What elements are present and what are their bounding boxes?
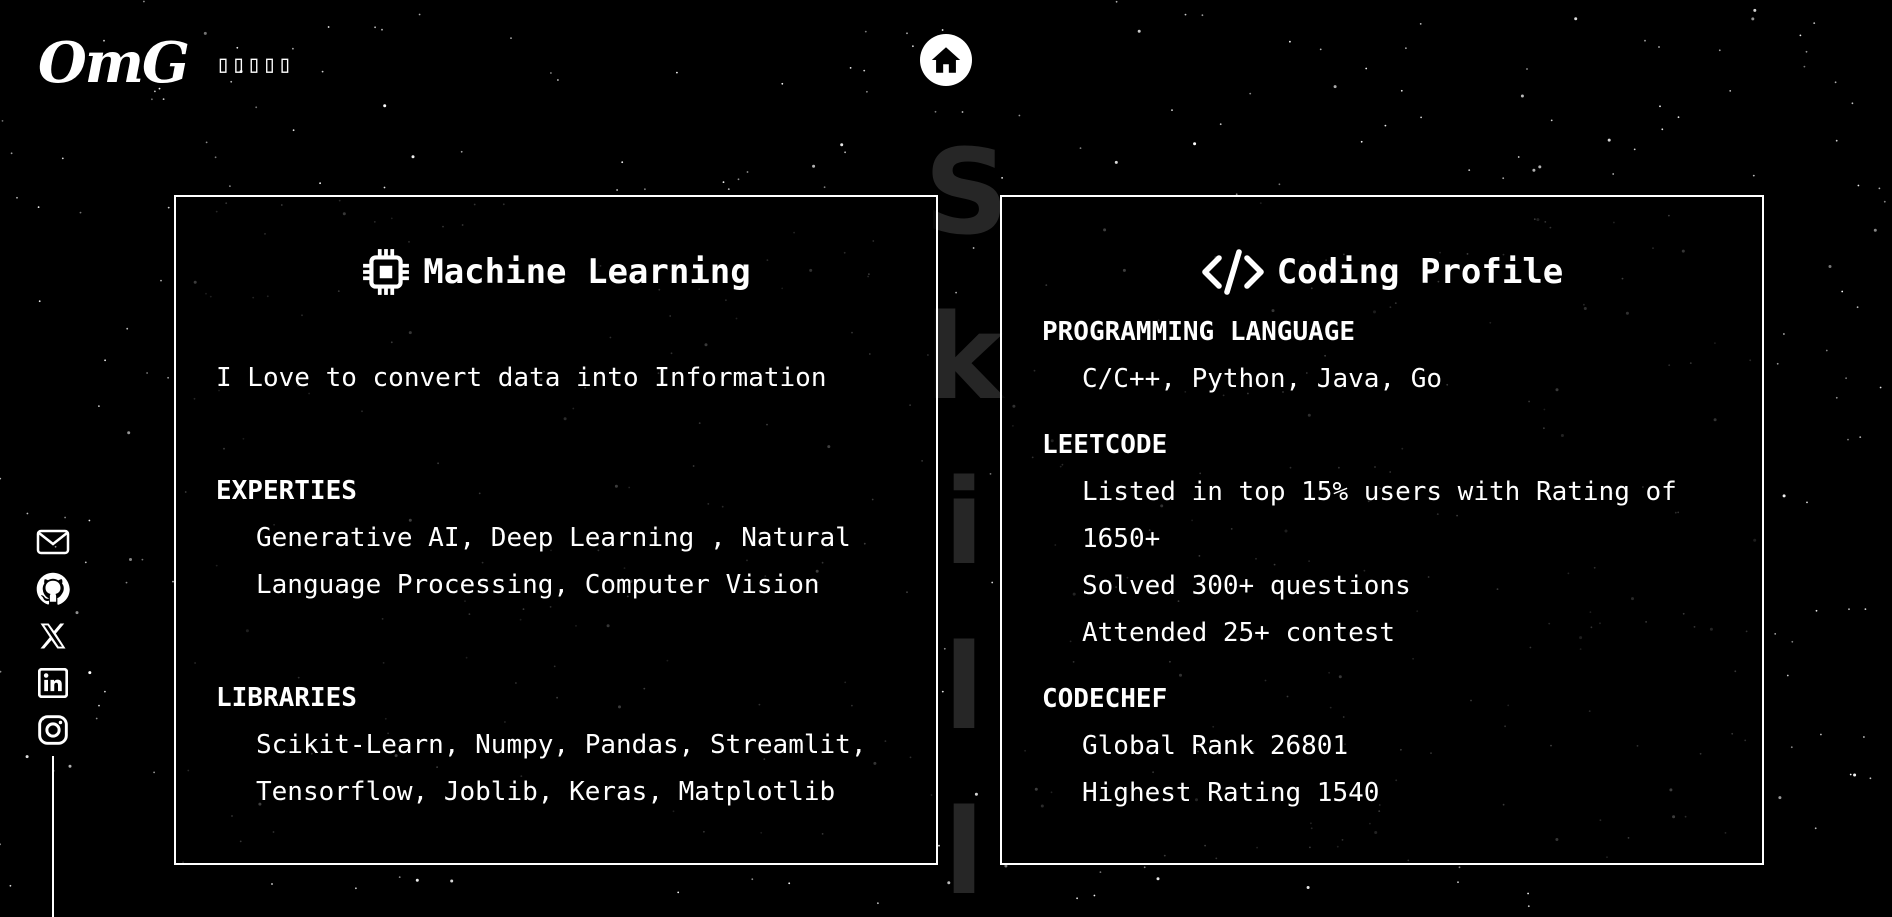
- leetcode-item: Attended 25+ contest: [1082, 618, 1396, 648]
- chip-icon: [363, 249, 410, 295]
- ml-intro: I Love to convert data into Information: [216, 363, 827, 393]
- coding-profile-card: Coding Profile PROGRAMMING LANGUAGE C/C+…: [1000, 195, 1764, 865]
- expertise-heading: EXPERTIES: [216, 476, 357, 506]
- codechef-item: Global Rank 26801: [1082, 731, 1349, 761]
- linkedin-icon[interactable]: [36, 667, 70, 699]
- codechef-item: Highest Rating 1540: [1082, 778, 1380, 808]
- social-links: [36, 526, 70, 746]
- github-icon[interactable]: [36, 572, 70, 605]
- home-icon: [931, 47, 961, 73]
- ml-card-body: I Love to convert data into Information …: [216, 355, 896, 816]
- instagram-icon[interactable]: [36, 714, 70, 746]
- codechef-heading: CODECHEF: [1042, 684, 1168, 714]
- coding-card-title: Coding Profile: [1002, 247, 1762, 297]
- libraries-text: Scikit-Learn, Numpy, Pandas, Streamlit, …: [256, 730, 867, 807]
- mail-icon[interactable]: [36, 526, 70, 558]
- leetcode-item: Listed in top 15% users with Rating of 1…: [1082, 477, 1677, 554]
- coding-title-text: Coding Profile: [1276, 252, 1564, 292]
- machine-learning-card: Machine Learning I Love to convert data …: [174, 195, 938, 865]
- leetcode-heading: LEETCODE: [1042, 430, 1168, 460]
- programming-language-heading: PROGRAMMING LANGUAGE: [1042, 317, 1356, 347]
- code-icon: [1201, 249, 1264, 295]
- libraries-heading: LIBRARIES: [216, 683, 357, 713]
- leetcode-item: Solved 300+ questions: [1082, 571, 1411, 601]
- expertise-text: Generative AI, Deep Learning , Natural L…: [256, 523, 851, 600]
- portfolio-page: OmG ▯▯▯▯▯ Skill Machine Learning I Love …: [0, 0, 1892, 917]
- coding-card-body: PROGRAMMING LANGUAGE C/C++, Python, Java…: [1042, 309, 1722, 817]
- home-button[interactable]: [920, 34, 972, 86]
- x-icon[interactable]: [36, 620, 70, 652]
- ml-card-title: Machine Learning: [176, 247, 936, 297]
- social-vertical-line: [52, 756, 54, 917]
- logo[interactable]: OmG: [38, 30, 190, 96]
- ml-title-text: Machine Learning: [423, 252, 751, 292]
- menu-placeholder-glyphs[interactable]: ▯▯▯▯▯: [216, 50, 293, 78]
- programming-language-text: C/C++, Python, Java, Go: [1082, 364, 1443, 394]
